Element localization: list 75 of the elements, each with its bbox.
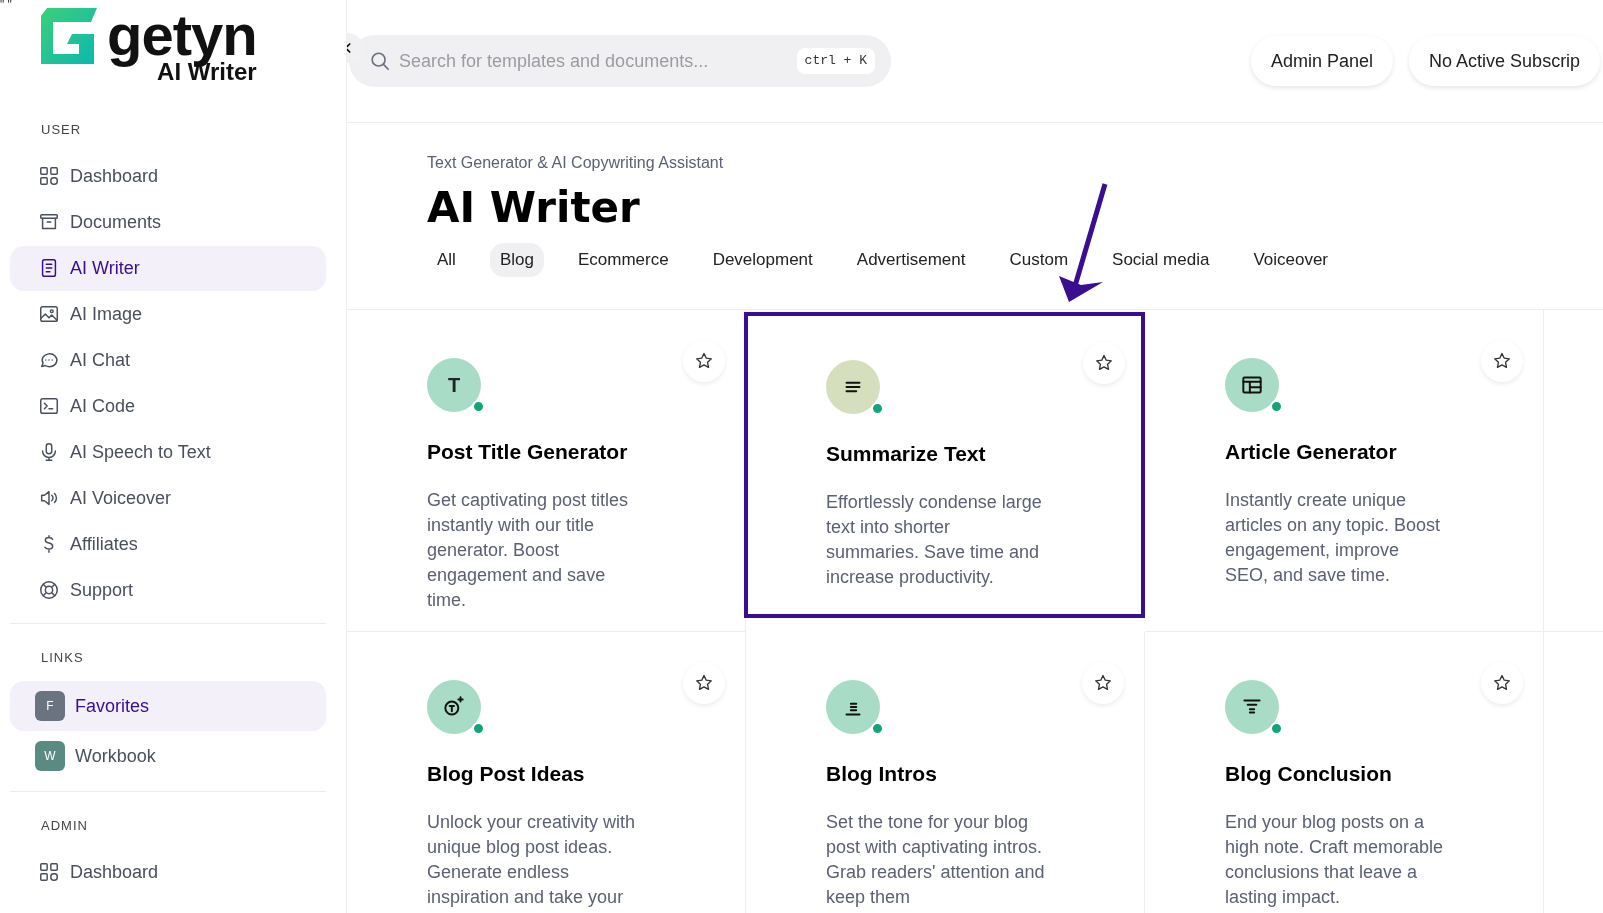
- sidebar-item[interactable]: AI Image: [10, 291, 326, 337]
- sidebar-item[interactable]: Affiliates: [10, 521, 326, 567]
- filter-tab[interactable]: Custom: [999, 243, 1079, 277]
- card-description: Instantly create unique articles on any topic. Boost engagement, improve SEO, and save time.: [1225, 488, 1442, 587]
- top-button[interactable]: No Active Subscrip: [1409, 36, 1601, 86]
- status-dot: [871, 722, 884, 735]
- status-dot: [472, 400, 485, 413]
- card-title: Post Title Generator: [427, 439, 629, 465]
- card-description: Unlock your creativity with unique blog post ideas. Generate endless inspiration and take your: [427, 810, 637, 909]
- shortcut-hint: ctrl + K: [796, 48, 875, 74]
- top-button[interactable]: Admin Panel: [1251, 36, 1394, 86]
- template-card[interactable]: Article Generator Instantly create unique articles on any topic. Boost engagement, improve SEO, and save time.: [1145, 310, 1544, 632]
- image-icon: [38, 303, 60, 325]
- search-icon: [369, 50, 391, 72]
- page-title: AI Writer: [427, 185, 641, 232]
- template-card[interactable]: T Post Title Generator Get captivating post titles instantly with our title generator. Boost engagement and save time.: [347, 310, 746, 632]
- filter-tab[interactable]: Voiceover: [1243, 243, 1339, 277]
- star-icon: [694, 673, 714, 693]
- filter-tab[interactable]: Development: [702, 243, 823, 277]
- lifebuoy-icon: [38, 579, 60, 601]
- letter-avatar: W: [35, 741, 65, 771]
- filter-tab[interactable]: Social media: [1102, 243, 1220, 277]
- template-card[interactable]: Blog Conclusion End your blog posts on a high note. Craft memorable conclusions that leave a lasting impact.: [1145, 632, 1544, 913]
- grid-icon: [38, 861, 60, 883]
- sidebar-item[interactable]: Support: [10, 567, 326, 613]
- favorite-button[interactable]: [683, 340, 725, 382]
- star-icon: [1093, 673, 1113, 693]
- grid-icon: [38, 165, 60, 187]
- star-icon: [1094, 353, 1114, 373]
- sidebar-item[interactable]: Documents: [10, 199, 326, 245]
- status-dot: [871, 402, 884, 415]
- card-title: Blog Post Ideas: [427, 761, 586, 787]
- sidebar-link[interactable]: F Favorites: [10, 681, 326, 731]
- status-dot: [1270, 722, 1283, 735]
- card-title: Blog Intros: [826, 761, 938, 787]
- status-dot: [472, 722, 485, 735]
- card-title: Article Generator: [1225, 439, 1398, 465]
- card-description: End your blog posts on a high note. Craft memorable conclusions that leave a lasting impact.: [1225, 810, 1445, 909]
- status-dot: [1270, 400, 1283, 413]
- filter-tab[interactable]: Blog: [489, 243, 544, 277]
- section-heading: USER: [40, 121, 83, 139]
- section-heading: ADMIN: [40, 817, 89, 835]
- star-icon: [1492, 673, 1512, 693]
- sidebar-item[interactable]: Dashboard: [10, 153, 326, 199]
- star-icon: [694, 351, 714, 371]
- card-description: Effortlessly condense large text into shorter summaries. Save time and increase productivity.: [826, 490, 1043, 589]
- filter-tab[interactable]: All: [427, 243, 466, 277]
- favorite-button[interactable]: [1481, 340, 1523, 382]
- favorite-button[interactable]: [683, 662, 725, 704]
- favorite-button[interactable]: [1083, 342, 1125, 384]
- template-card[interactable]: Blog Post Ideas Unlock your creativity with unique blog post ideas. Generate endless inspiration and take your: [347, 632, 746, 913]
- sidebar-link[interactable]: W Workbook: [10, 731, 326, 781]
- star-icon: [1492, 351, 1512, 371]
- sidebar-item[interactable]: Dashboard: [10, 849, 326, 895]
- page-subtitle: Text Generator & AI Copywriting Assistant: [427, 153, 725, 173]
- sidebar-item[interactable]: AI Code: [10, 383, 326, 429]
- card-description: Set the tone for your blog post with captivating intros. Grab readers' attention and keep them: [826, 810, 1046, 909]
- favorite-button[interactable]: [1481, 662, 1523, 704]
- template-card[interactable]: Summarize Text Effortlessly condense large text into shorter summaries. Save time and increase productivity.: [744, 312, 1145, 618]
- template-card[interactable]: Blog Intros Set the tone for your blog post with captivating intros. Grab readers' attention and keep them: [746, 632, 1145, 913]
- quote-marks: " ": [0, 0, 12, 14]
- favorite-button[interactable]: [1082, 662, 1124, 704]
- card-description: Get captivating post titles instantly with our title generator. Boost engagement and save time.: [427, 488, 630, 612]
- avatar-letter: T: [447, 373, 461, 398]
- card-title: Blog Conclusion: [1225, 761, 1393, 787]
- terminal-icon: [38, 395, 60, 417]
- sidebar-item[interactable]: AI Chat: [10, 337, 326, 383]
- letter-avatar: F: [35, 691, 65, 721]
- card-title: Summarize Text: [826, 441, 987, 467]
- sidebar-item[interactable]: AI Writer: [10, 245, 326, 291]
- filter-tab[interactable]: Ecommerce: [567, 243, 679, 277]
- sidebar-item[interactable]: AI Speech to Text: [10, 429, 326, 475]
- filter-tab[interactable]: Advertisement: [846, 243, 976, 277]
- section-heading: LINKS: [40, 648, 85, 667]
- sidebar-item[interactable]: AI Voiceover: [10, 475, 326, 521]
